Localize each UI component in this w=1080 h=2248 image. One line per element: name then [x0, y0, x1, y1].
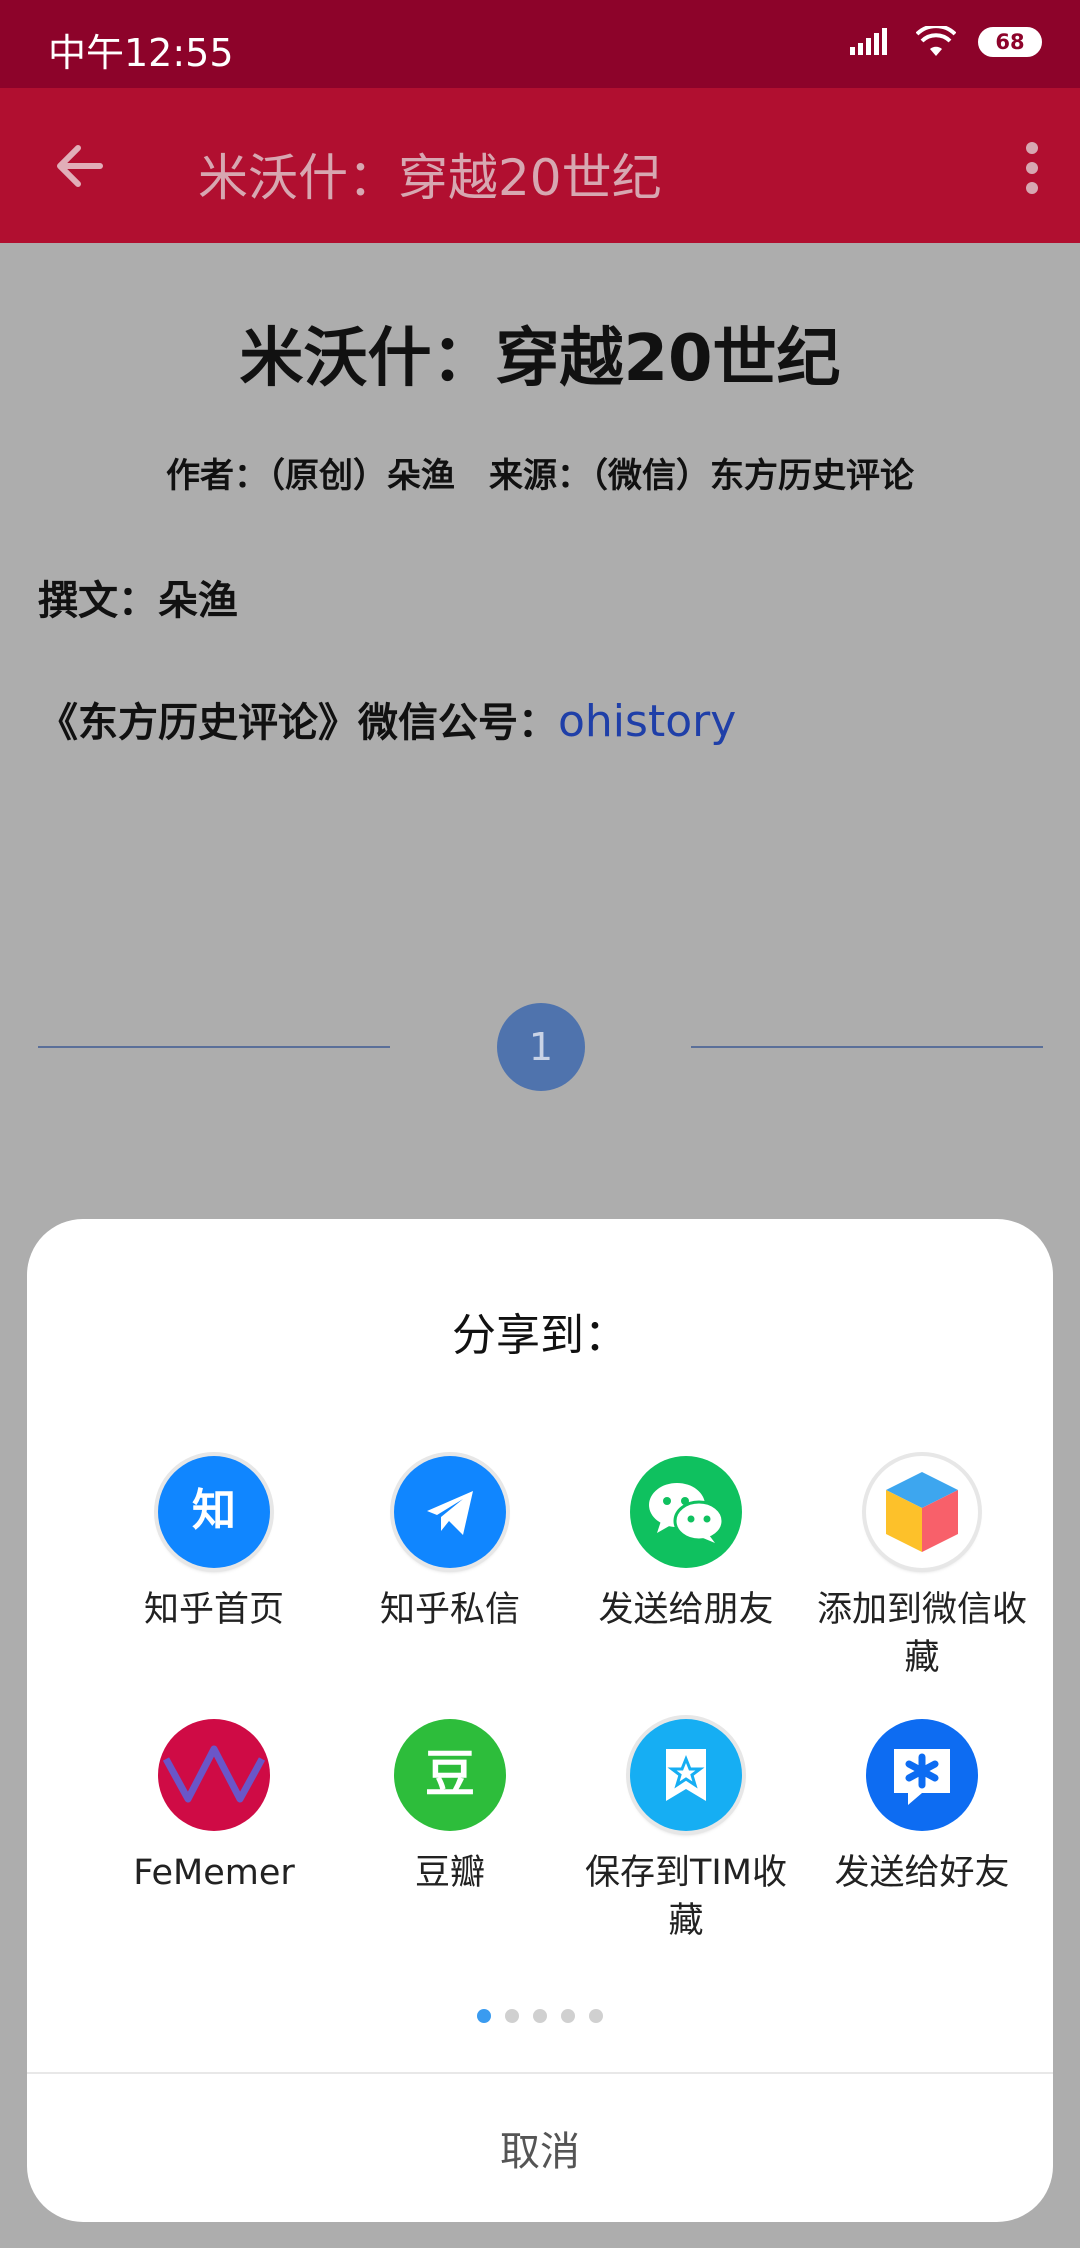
share-sheet-title: 分享到： [452, 1310, 628, 1361]
signal-icon [850, 28, 887, 55]
page-dot [533, 2009, 547, 2023]
share-item-label: 保存到TIM收藏 [585, 1853, 787, 1941]
app-bar: 米沃什：穿越20世纪 [0, 88, 1080, 243]
article-author-line: 撰文：朵渔 [38, 578, 238, 624]
svg-text:豆: 豆 [425, 1745, 475, 1803]
share-item-label: 添加到微信收藏 [816, 1590, 1027, 1678]
battery-icon: 68 [978, 27, 1042, 57]
back-arrow-icon[interactable] [50, 136, 110, 196]
app-bar-title: 米沃什：穿越20世纪 [198, 149, 662, 207]
more-options-icon[interactable] [1012, 140, 1052, 196]
svg-text:知: 知 [192, 1485, 236, 1536]
share-tim-favorite[interactable]: 保存到TIM收藏 [568, 1719, 804, 1945]
page-number-badge: 1 [497, 1003, 585, 1091]
share-item-label: 发送给好友 [834, 1853, 1010, 1893]
share-item-label: 知乎私信 [379, 1590, 520, 1630]
page-dot-active [477, 2009, 491, 2023]
status-time: 中午12:55 [48, 31, 234, 75]
femember-icon [158, 1719, 270, 1831]
zhihu-icon: 知 [158, 1456, 270, 1568]
divider-left [38, 1046, 390, 1048]
share-douban[interactable]: 豆 豆瓣 [332, 1719, 568, 1897]
wechat-favorite-icon [866, 1456, 978, 1568]
page-dot [505, 2009, 519, 2023]
wechat-id-link[interactable]: ohistory [558, 696, 736, 747]
share-tim-friend[interactable]: 发送给好友 [804, 1719, 1040, 1897]
page-dot [561, 2009, 575, 2023]
share-sheet: 分享到： 知 知乎首页 知乎私信 发送给朋友 添加到微信收藏 FeMemer 豆… [27, 1219, 1053, 2222]
article-content: 米沃什：穿越20世纪 作者：（原创）朵渔 来源：（微信）东方历史评论 撰文：朵渔… [0, 243, 1080, 1243]
article-meta: 作者：（原创）朵渔 来源：（微信）东方历史评论 [166, 456, 914, 496]
share-item-label: FeMemer [133, 1853, 295, 1893]
tim-icon [866, 1719, 978, 1831]
zhihu-message-icon [394, 1456, 506, 1568]
share-item-label: 发送给朋友 [598, 1590, 774, 1630]
share-wechat-friend[interactable]: 发送给朋友 [568, 1456, 804, 1634]
share-zhihu-message[interactable]: 知乎私信 [332, 1456, 568, 1634]
share-item-label: 豆瓣 [414, 1853, 485, 1893]
divider-right [691, 1046, 1043, 1048]
share-zhihu-home[interactable]: 知 知乎首页 [96, 1456, 332, 1634]
tim-favorite-icon [630, 1719, 742, 1831]
share-femember[interactable]: FeMemer [96, 1719, 332, 1897]
wechat-label: 《东方历史评论》微信公号： [38, 700, 558, 746]
douban-icon: 豆 [394, 1719, 506, 1831]
share-item-label: 知乎首页 [143, 1590, 284, 1630]
article-wechat-line: 《东方历史评论》微信公号：ohistory [38, 690, 736, 748]
cancel-button[interactable]: 取消 [27, 2074, 1053, 2222]
status-icons: 68 [850, 26, 1042, 58]
wechat-icon [630, 1456, 742, 1568]
wifi-icon [916, 26, 956, 56]
article-title: 米沃什：穿越20世纪 [239, 322, 841, 396]
status-bar: 中午12:55 68 [0, 0, 1080, 88]
share-wechat-favorite[interactable]: 添加到微信收藏 [804, 1456, 1040, 1682]
page-indicator [27, 2009, 1053, 2023]
page-dot [589, 2009, 603, 2023]
